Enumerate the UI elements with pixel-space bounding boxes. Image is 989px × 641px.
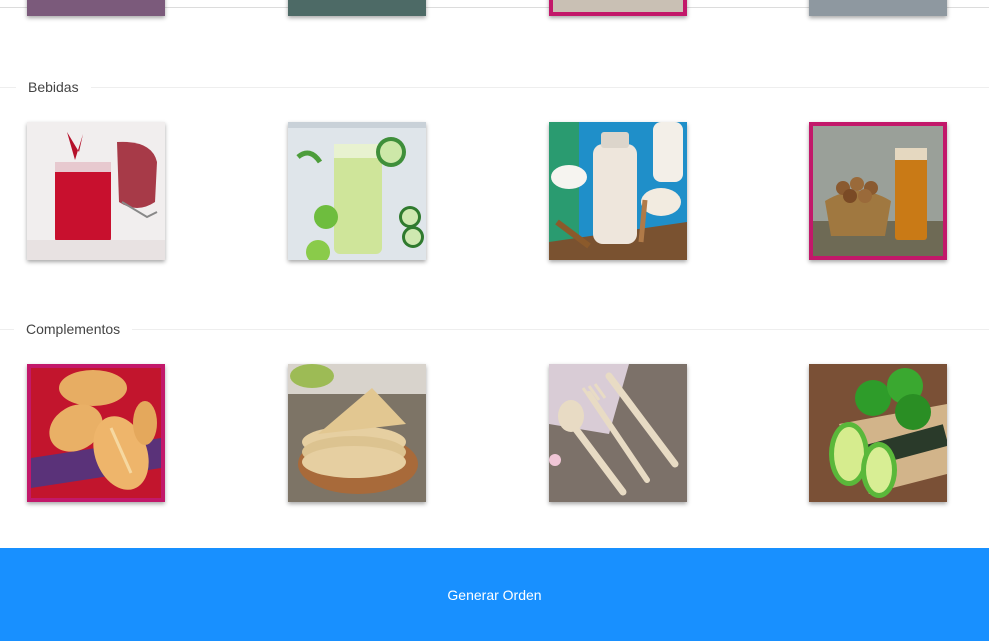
section-title-complementos: Complementos [14,321,133,337]
section-divider-complementos [0,329,989,330]
item-tile-partial-3[interactable] [549,0,687,16]
complement-cubiertos-tile[interactable] [549,364,687,502]
drink-tamarindo-tile[interactable] [809,122,947,260]
drink-pepino-limon-tile[interactable] [288,122,426,260]
generate-order-button[interactable]: Generar Orden [0,548,989,641]
complement-bolillos-tile[interactable] [27,364,165,502]
complement-limones-tile[interactable] [809,364,947,502]
drink-horchata-tile[interactable] [549,122,687,260]
complement-tortillas-tile[interactable] [288,364,426,502]
generate-order-label: Generar Orden [447,586,542,603]
section-divider-bebidas [0,87,989,88]
item-tile-partial-2[interactable] [288,0,426,16]
item-tile-partial-4[interactable] [809,0,947,16]
section-title-bebidas: Bebidas [16,79,91,95]
item-tile-partial-1[interactable] [27,0,165,16]
drink-jamaica-tile[interactable] [27,122,165,260]
